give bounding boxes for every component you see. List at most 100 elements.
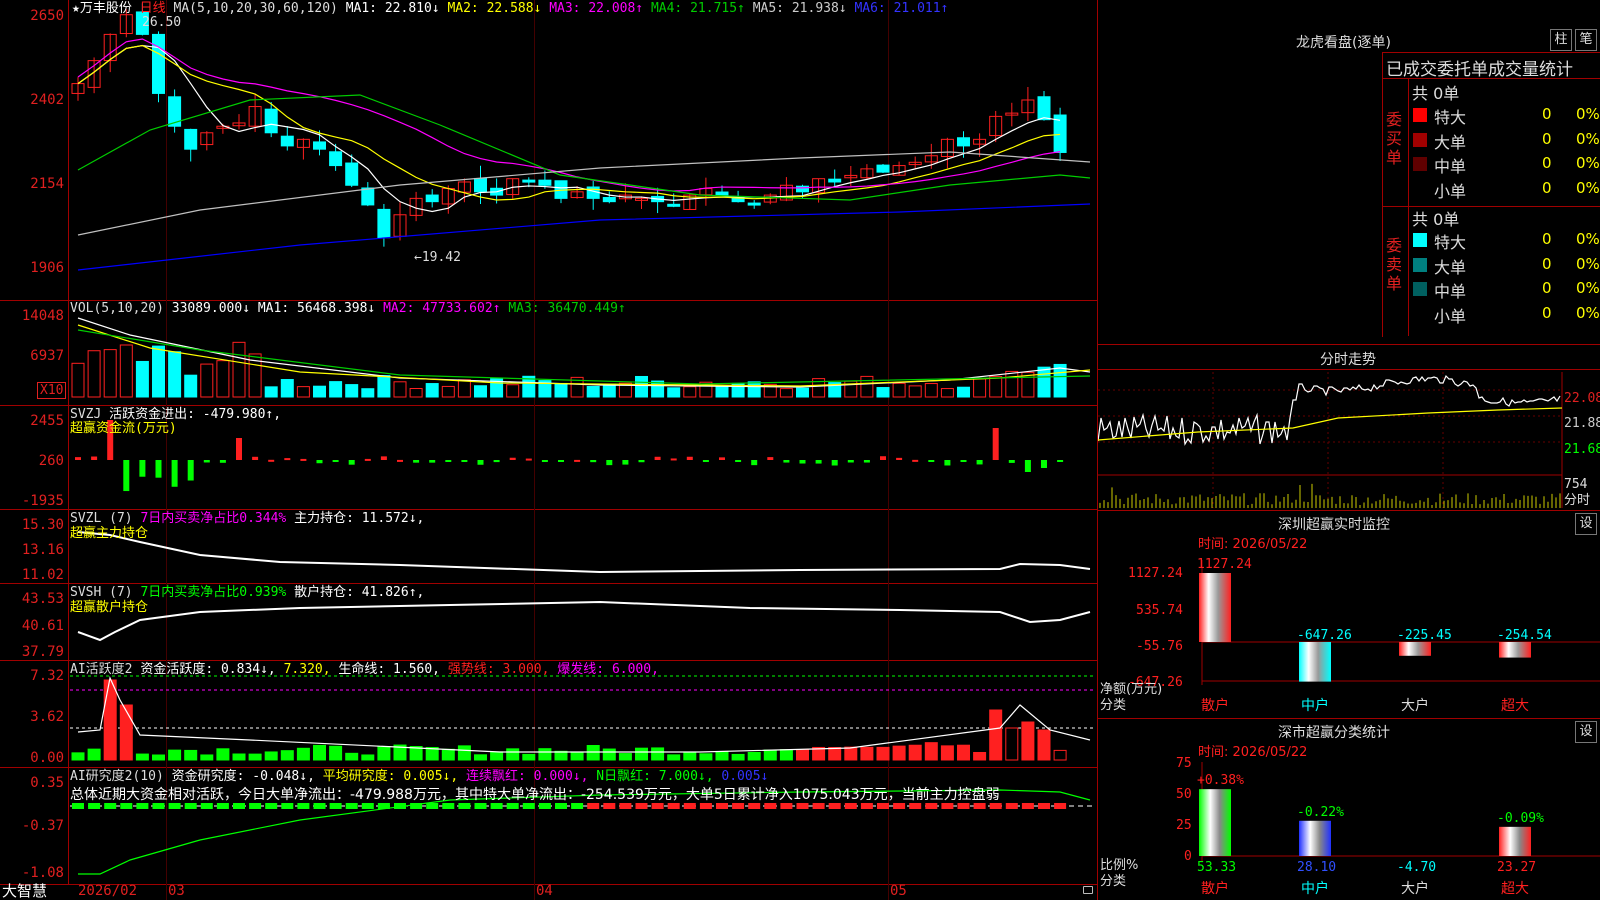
svzj-title: 活跃资金进出: -479.980↑, — [109, 407, 282, 422]
ai-active-bar — [296, 747, 310, 761]
classify-category: 中户 — [1301, 881, 1329, 897]
ai-research-label: AI研究度2(10) — [70, 769, 164, 784]
svzj-bar — [992, 428, 999, 460]
kline-y-tick: 2402 — [30, 92, 64, 108]
ai-active-bar — [457, 745, 471, 761]
svzj-bar — [831, 460, 838, 466]
monitor-bar — [1199, 573, 1231, 642]
ma3-line — [77, 38, 1061, 192]
intraday-plot — [1098, 372, 1563, 508]
vol-bar — [345, 384, 359, 398]
monitor-ylabel: 净额(万元) — [1100, 682, 1163, 697]
candle-body — [1037, 96, 1051, 121]
ai-active-bar — [940, 745, 954, 761]
vol-bar — [908, 385, 922, 398]
vol-bar — [152, 345, 165, 398]
ai-research-header: AI研究度2(10) 资金研究度: -0.048↓, 平均研究度: 0.005↓… — [70, 769, 768, 784]
candle-body — [876, 164, 890, 173]
brand-logo[interactable]: 大智慧 — [2, 884, 47, 899]
svzj-bar — [252, 456, 259, 460]
stock-name[interactable]: ★万丰股份 — [72, 1, 132, 16]
svsh-line — [77, 600, 1091, 642]
vol-ma1: MA1: 56468.398↓ — [257, 301, 376, 316]
vol-bar — [474, 385, 487, 398]
lock-icon[interactable] — [1083, 886, 1093, 894]
svzj-bar — [397, 459, 403, 462]
vol-ma1-line — [77, 317, 1091, 388]
monitor-category: 大户 — [1401, 698, 1429, 714]
svzj-bar — [364, 458, 371, 461]
ai-active-bar — [1053, 749, 1067, 761]
svzj-bar — [268, 459, 275, 462]
classify-value: 23.27 — [1497, 860, 1537, 875]
candle-body — [280, 135, 294, 147]
ai-active-y-tick: 0.00 — [30, 750, 64, 766]
main-chart-area[interactable]: 2650 2402 2154 1906 ★万丰股份 日线 MA(5,10,20,… — [0, 0, 1098, 900]
ai-active-bar — [522, 753, 536, 761]
svzl-y-tick: 11.02 — [21, 567, 64, 583]
intraday-y: 21.88 — [1564, 416, 1600, 431]
vol-bar — [860, 375, 874, 398]
monitor-y: -55.76 — [1136, 639, 1183, 654]
svzj-bar — [139, 460, 146, 477]
svzj-bar — [348, 460, 355, 465]
ai-research-bar — [651, 803, 664, 809]
svzj-bar — [799, 460, 806, 464]
ai-research-bar — [281, 803, 294, 809]
monitor-category: 超大 — [1501, 698, 1529, 714]
ai-research-y-tick: 0.35 — [30, 775, 64, 791]
candle-body — [345, 162, 359, 186]
svzj-bar — [638, 460, 645, 463]
classify-settings-button[interactable]: 设 — [1575, 721, 1597, 743]
kline-header: ★万丰股份 日线 MA(5,10,20,30,60,120) MA1: 22.8… — [72, 1, 948, 16]
svzj-bar — [670, 458, 677, 461]
vol-bar — [1005, 370, 1019, 398]
monitor-category: 散户 — [1201, 698, 1229, 714]
svzj-bar — [622, 460, 629, 465]
svzj-bar — [91, 456, 98, 460]
svzj-bar — [413, 460, 420, 463]
ai-research-bar — [667, 803, 680, 809]
svzj-bar — [574, 459, 581, 462]
vol-bar — [280, 379, 294, 398]
svzj-y-tick: 260 — [38, 453, 64, 469]
vol-bar — [71, 362, 85, 398]
svzj-bar — [1041, 460, 1047, 468]
kline-y-tick: 2650 — [30, 8, 64, 24]
classify-value: -4.70 — [1397, 860, 1437, 875]
ma6-value: MA6: 21.011↑ — [854, 1, 949, 16]
vol-bar — [313, 385, 326, 398]
ai-active-bar — [506, 748, 520, 761]
vol-bar — [635, 375, 648, 398]
monitor-settings-button[interactable]: 设 — [1575, 513, 1597, 535]
ai-active-bar — [586, 745, 600, 761]
ai-research-bar — [506, 803, 519, 809]
ai-active-bar — [779, 749, 793, 761]
right-panel: 龙虎看盘(逐单) 柱 笔 已成交委托单成交量统计 委买单 共 0单 特大 0 0% 大… — [1098, 0, 1600, 900]
ai-active-bar — [119, 704, 133, 761]
svzj-bar — [155, 460, 162, 478]
ai-active-bar — [876, 746, 890, 761]
classify-top — [1098, 718, 1600, 719]
ai-research-bar — [877, 803, 889, 809]
ai-research-bar — [152, 803, 165, 809]
vol-value: 33089.000↓ — [171, 301, 251, 316]
vol-bar — [892, 382, 906, 398]
svzj-bar — [461, 460, 468, 462]
classify-y: 75 — [1176, 756, 1192, 771]
ai-active-bar — [474, 754, 487, 761]
low-price-label: ←19.42 — [414, 250, 461, 265]
vol-bar — [554, 382, 568, 398]
svzl-y-tick: 13.16 — [21, 542, 64, 558]
ai-research-bar — [200, 803, 213, 809]
svzj-bar — [912, 459, 919, 462]
svzj-bar — [380, 456, 387, 460]
vol-bar — [973, 378, 987, 398]
ai-research-bar — [1005, 803, 1018, 809]
svzj-bar — [332, 460, 339, 462]
candle-body — [329, 151, 343, 167]
period[interactable]: 日线 — [140, 1, 166, 16]
candle-body — [152, 33, 165, 94]
ai-research-bar — [522, 803, 535, 809]
vol-bar — [441, 385, 455, 398]
